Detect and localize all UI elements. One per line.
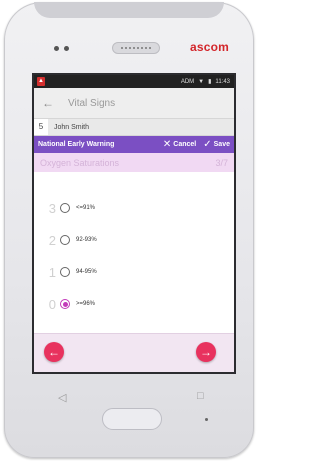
form-title: National Early Warning (38, 141, 115, 148)
patient-name: John Smith (54, 123, 90, 131)
microphone-dot (205, 418, 208, 421)
section-page: 3/7 (215, 157, 228, 168)
option-row[interactable]: 2 92-93% (34, 224, 234, 256)
option-label: <=91% (76, 205, 96, 211)
arrow-right-circle-icon[interactable]: → (196, 342, 216, 362)
bed-number: 5 (34, 119, 48, 135)
arrow-left-icon[interactable]: ← (42, 96, 54, 110)
radio-button[interactable] (60, 235, 70, 245)
hardware-back-icon[interactable]: ◁ (58, 391, 66, 404)
device-top-band (34, 2, 224, 18)
patient-row: 5 John Smith (34, 118, 234, 136)
app-bar: ← Vital Signs (34, 88, 234, 118)
check-icon: ✓ (203, 139, 212, 150)
save-label: Save (213, 141, 230, 148)
brand-logo: ascom (190, 40, 230, 54)
alert-icon: ▲ (37, 77, 45, 86)
wifi-icon: ▼ (198, 78, 205, 85)
page-title: Vital Signs (68, 97, 116, 109)
earpiece-speaker (112, 42, 160, 54)
option-score: 2 (48, 232, 56, 248)
front-camera-dot (54, 46, 59, 51)
option-row[interactable]: 3 <=91% (34, 192, 234, 224)
home-button[interactable] (102, 408, 162, 430)
cancel-button[interactable]: ✕ Cancel (163, 139, 196, 150)
section-header: Oxygen Saturations 3/7 (34, 153, 234, 172)
status-bar: ▲ ADM ▼ ▮ 11:43 (34, 75, 234, 88)
battery-icon: ▮ (208, 79, 212, 85)
sensor-dot (64, 46, 69, 51)
radio-button[interactable] (60, 203, 70, 213)
option-label: >=96% (76, 301, 96, 307)
device-frame: ascom ▲ ADM ▼ ▮ 11:43 ← Vital Signs 5 Jo… (4, 2, 254, 458)
phone-screen: ▲ ADM ▼ ▮ 11:43 ← Vital Signs 5 John Smi… (34, 75, 234, 372)
option-label: 94-95% (76, 269, 97, 275)
form-toolbar: National Early Warning ✕ Cancel ✓ Save (34, 136, 234, 153)
radio-button-selected[interactable] (60, 299, 70, 309)
hardware-recents-icon[interactable]: □ (197, 390, 204, 402)
section-title: Oxygen Saturations (40, 157, 120, 168)
option-list: 3 <=91% 2 92-93% 1 94-95% 0 >=96% (34, 172, 234, 320)
option-row[interactable]: 0 >=96% (34, 288, 234, 320)
clock: 11:43 (215, 78, 230, 85)
option-score: 3 (48, 200, 56, 216)
arrow-left-circle-icon[interactable]: ← (44, 342, 64, 362)
option-label: 92-93% (76, 237, 97, 243)
bottom-nav: ← → (34, 333, 234, 372)
option-score: 1 (48, 264, 56, 280)
cancel-label: Cancel (173, 141, 197, 148)
carrier-label: ADM (180, 78, 195, 85)
radio-button[interactable] (60, 267, 70, 277)
close-icon: ✕ (162, 139, 172, 150)
option-score: 0 (48, 296, 56, 312)
option-row[interactable]: 1 94-95% (34, 256, 234, 288)
save-button[interactable]: ✓ Save (203, 139, 230, 150)
